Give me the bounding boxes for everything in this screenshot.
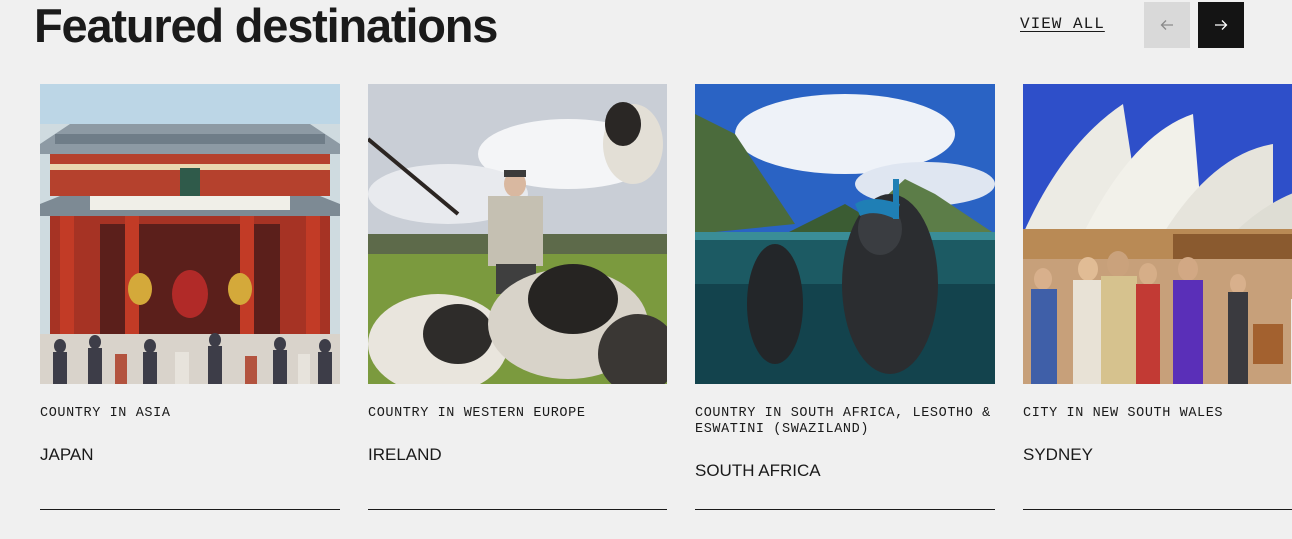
- destination-name[interactable]: IRELAND: [368, 445, 668, 465]
- destinations-carousel[interactable]: COUNTRY IN ASIA JAPAN COUNTRY IN WESTERN…: [0, 84, 1292, 539]
- previous-button[interactable]: [1144, 2, 1190, 48]
- card-divider: [1023, 509, 1292, 510]
- destination-card-sydney[interactable]: CITY IN NEW SOUTH WALES SYDNEY: [1023, 84, 1292, 510]
- page-title: Featured destinations: [34, 0, 498, 52]
- card-divider: [40, 509, 340, 510]
- farmer-with-sheep-photo: [368, 84, 667, 384]
- card-divider: [368, 509, 667, 510]
- destination-card-japan[interactable]: COUNTRY IN ASIA JAPAN: [40, 84, 340, 510]
- next-button[interactable]: [1198, 2, 1244, 48]
- view-all-link[interactable]: VIEW ALL: [1020, 15, 1105, 33]
- destination-card-south-africa[interactable]: COUNTRY IN SOUTH AFRICA, LESOTHO & ESWAT…: [695, 84, 995, 510]
- destination-name[interactable]: JAPAN: [40, 445, 340, 465]
- snorkeler-mountain-photo: [695, 84, 995, 384]
- arrow-left-icon: [1160, 20, 1173, 30]
- arrow-right-icon: [1215, 20, 1228, 30]
- destination-category: CITY IN NEW SOUTH WALES: [1023, 406, 1224, 421]
- destination-card-ireland[interactable]: COUNTRY IN WESTERN EUROPE IRELAND: [368, 84, 667, 510]
- destination-name[interactable]: SOUTH AFRICA: [695, 461, 995, 481]
- destination-category: COUNTRY IN WESTERN EUROPE: [368, 406, 586, 421]
- destination-name[interactable]: SYDNEY: [1023, 445, 1292, 465]
- temple-gate-crowd-photo: [40, 84, 340, 384]
- opera-house-crowd-photo: [1023, 84, 1292, 384]
- destination-category: COUNTRY IN SOUTH AFRICA, LESOTHO & ESWAT…: [695, 406, 991, 437]
- card-divider: [695, 509, 995, 510]
- destination-category: COUNTRY IN ASIA: [40, 406, 171, 421]
